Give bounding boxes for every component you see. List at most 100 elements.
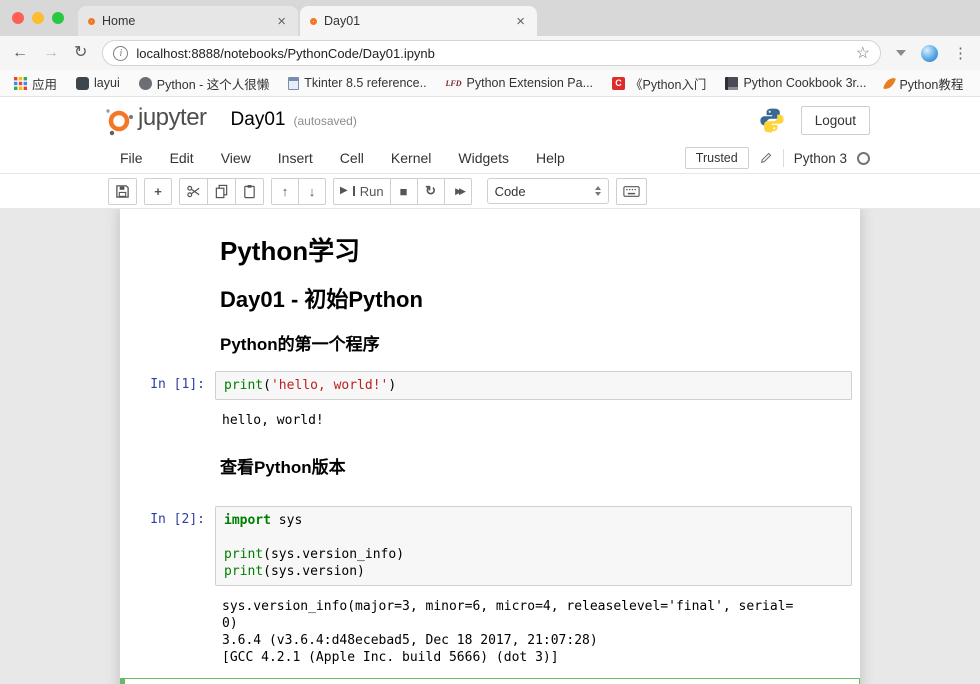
- page-info-icon[interactable]: i: [113, 46, 128, 61]
- jupyter-header: jupyter Day01 (autosaved) Logout: [0, 97, 980, 143]
- menu-help[interactable]: Help: [536, 150, 565, 166]
- window-zoom-button[interactable]: [52, 12, 64, 24]
- trusted-button[interactable]: Trusted: [685, 147, 749, 169]
- address-bar[interactable]: i localhost:8888/notebooks/PythonCode/Da…: [102, 40, 881, 66]
- bookmark-label: 《Python入门: [630, 74, 706, 93]
- bookmark-label: Python Cookbook 3r...: [743, 76, 866, 90]
- menu-cell[interactable]: Cell: [340, 150, 364, 166]
- restart-run-all-button[interactable]: ▶▶: [444, 178, 472, 205]
- book-favicon-icon: [725, 77, 738, 90]
- tab-close-icon[interactable]: ×: [275, 14, 288, 29]
- paste-cell-button[interactable]: [235, 178, 264, 205]
- autosave-status: (autosaved): [293, 114, 356, 128]
- blog-favicon-icon: [139, 77, 152, 90]
- menu-kernel[interactable]: Kernel: [391, 150, 431, 166]
- cell-type-value: Code: [495, 184, 595, 199]
- bookmark-layui[interactable]: layui: [76, 76, 120, 90]
- notebook-scroll-area[interactable]: Python学习 Day01 - 初始Python Python的第一个程序 I…: [0, 209, 980, 684]
- bookmark-label: Python教程: [899, 74, 963, 93]
- add-cell-button[interactable]: +: [144, 178, 172, 205]
- download-caret-icon[interactable]: [896, 50, 906, 56]
- window-minimize-button[interactable]: [32, 12, 44, 24]
- window-close-button[interactable]: [12, 12, 24, 24]
- tab-close-icon[interactable]: ×: [514, 14, 527, 29]
- bookmark-label: Tkinter 8.5 reference..: [304, 76, 426, 90]
- jupyter-favicon-icon: [310, 18, 317, 25]
- bookmark-python-cookbook[interactable]: Python Cookbook 3r...: [725, 76, 866, 90]
- interrupt-kernel-button[interactable]: ■: [390, 178, 418, 205]
- url-text[interactable]: localhost:8888/notebooks/PythonCode/Day0…: [136, 46, 847, 61]
- jupyter-logo-text: jupyter: [138, 104, 207, 132]
- code-line: print(sys.version_info): [224, 546, 843, 563]
- markdown-cell-h3-first-program[interactable]: Python的第一个程序: [120, 330, 860, 355]
- cut-cell-button[interactable]: [179, 178, 208, 205]
- browser-menu-icon[interactable]: ⋮: [953, 44, 968, 62]
- bookmark-label: Python - 这个人很懒: [157, 74, 270, 93]
- divider: [783, 149, 784, 167]
- bookmark-star-icon[interactable]: ☆: [856, 43, 870, 63]
- browser-window: Home × Day01 × ← → ↻ i localhost:8888/no…: [0, 0, 980, 684]
- bookmark-label: 应用: [32, 74, 57, 93]
- extension-globe-icon[interactable]: [921, 45, 938, 62]
- markdown-cell-h1[interactable]: Python学习: [120, 231, 860, 268]
- notebook-title[interactable]: Day01: [231, 109, 286, 131]
- tab-home[interactable]: Home ×: [78, 6, 298, 36]
- logout-button[interactable]: Logout: [801, 106, 870, 135]
- bookmark-python-blog[interactable]: Python - 这个人很懒: [139, 74, 270, 93]
- bookmark-python-tutorial[interactable]: Python教程: [885, 74, 963, 93]
- menu-file[interactable]: File: [120, 150, 143, 166]
- menu-insert[interactable]: Insert: [278, 150, 313, 166]
- menu-view[interactable]: View: [221, 150, 251, 166]
- cell-output: sys.version_info(major=3, minor=6, micro…: [215, 594, 852, 670]
- forward-icon[interactable]: →: [43, 45, 59, 61]
- notebook-menubar: File Edit View Insert Cell Kernel Widget…: [0, 143, 980, 174]
- kernel-name: Python 3: [794, 151, 847, 166]
- step-forward-bar-icon: [353, 186, 355, 196]
- move-cell-up-button[interactable]: ↑: [271, 178, 299, 205]
- apps-grid-icon: [14, 77, 27, 90]
- code-line: print('hello, world!'): [224, 377, 843, 394]
- save-button[interactable]: [108, 178, 137, 205]
- feather-favicon-icon: [884, 75, 897, 90]
- bookmark-python-intro[interactable]: C 《Python入门: [612, 74, 706, 93]
- code-cell-empty-selected[interactable]: In [ ]:: [120, 678, 860, 684]
- bookmark-label: layui: [94, 76, 120, 90]
- layui-favicon-icon: [76, 77, 89, 90]
- reload-icon[interactable]: ↻: [74, 45, 87, 61]
- code-line-blank: [224, 529, 843, 546]
- code-input[interactable]: print('hello, world!'): [215, 371, 852, 400]
- notebook-toolbar: + ↑: [0, 174, 980, 209]
- restart-kernel-button[interactable]: ↻: [417, 178, 445, 205]
- markdown-cell-h2[interactable]: Day01 - 初始Python: [120, 282, 860, 314]
- markdown-cell-h3-version[interactable]: 查看Python版本: [120, 453, 860, 478]
- jupyter-logo[interactable]: jupyter: [103, 104, 207, 136]
- edit-mode-pencil-icon: [759, 151, 773, 165]
- run-cell-button[interactable]: ▶ Run: [333, 178, 391, 205]
- run-label: Run: [360, 184, 384, 199]
- tab-day01[interactable]: Day01 ×: [300, 6, 537, 36]
- scissors-icon: [186, 184, 201, 199]
- menu-widgets[interactable]: Widgets: [458, 150, 509, 166]
- code-input[interactable]: import sys print(sys.version_info) print…: [215, 506, 852, 586]
- code-cell-1: In [1]: print('hello, world!'): [120, 371, 860, 400]
- command-palette-button[interactable]: [616, 178, 647, 205]
- bookmark-python-extension[interactable]: LFD Python Extension Pa...: [446, 76, 593, 90]
- menu-edit[interactable]: Edit: [170, 150, 194, 166]
- jupyter-logo-icon: [103, 104, 135, 136]
- bookmark-label: Python Extension Pa...: [467, 76, 593, 90]
- code-line: import sys: [224, 512, 843, 529]
- cell-prompt: In [1]:: [120, 371, 215, 400]
- heading-python-study: Python学习: [220, 231, 844, 268]
- copy-cell-button[interactable]: [207, 178, 236, 205]
- bookmark-tkinter-reference[interactable]: Tkinter 8.5 reference..: [288, 76, 426, 90]
- keyboard-icon: [623, 186, 640, 197]
- step-forward-icon: ▶: [340, 186, 348, 196]
- move-cell-down-button[interactable]: ↓: [298, 178, 326, 205]
- bookmark-apps[interactable]: 应用: [14, 74, 57, 93]
- heading-day01: Day01 - 初始Python: [220, 282, 844, 314]
- back-icon[interactable]: ←: [12, 45, 28, 61]
- cell-type-dropdown[interactable]: Code: [487, 178, 609, 204]
- tab-title: Day01: [324, 14, 507, 28]
- notebook-container: Python学习 Day01 - 初始Python Python的第一个程序 I…: [120, 209, 860, 684]
- bookmarks-bar: 应用 layui Python - 这个人很懒 Tkinter 8.5 refe…: [0, 70, 980, 97]
